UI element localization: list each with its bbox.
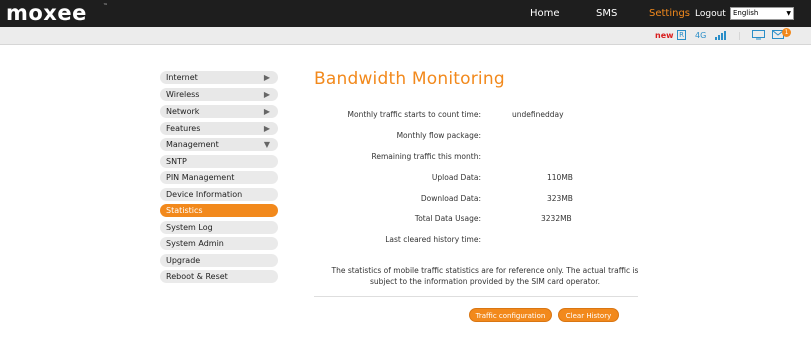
sidebar-item-internet[interactable]: Internet ▶ [160,71,278,84]
total-usage-value: 3232MB [541,214,572,223]
sidebar-item-management[interactable]: Management ▼ [160,138,278,151]
logout-link[interactable]: Logout [695,8,726,21]
chevron-down-icon: ▼ [786,10,791,17]
sidebar-subitem-system-log[interactable]: System Log [160,221,278,234]
chevron-right-icon: ▶ [263,73,270,82]
sidebar-subitem-label: PIN Management [166,173,235,182]
statistics-disclaimer: The statistics of mobile traffic statist… [331,266,639,286]
status-divider: | [738,31,741,40]
sidebar-subitem-upgrade[interactable]: Upgrade [160,254,278,267]
monitor-icon[interactable] [752,30,765,43]
monthly-start-value: undefinedday [512,110,564,119]
sidebar-subitem-label: System Admin [166,239,224,248]
mail-count-badge: 1 [782,28,791,37]
sidebar-subitem-pin-management[interactable]: PIN Management [160,171,278,184]
sidebar-subitem-device-information[interactable]: Device Information [160,188,278,201]
nav-settings[interactable]: Settings [649,7,690,20]
language-select[interactable]: English ▼ [730,7,794,20]
sidebar-subitem-label: Upgrade [166,256,201,265]
sidebar-item-label: Network [166,107,200,116]
remaining-traffic-label: Remaining traffic this month: [371,152,481,161]
sidebar-subitem-label: SNTP [166,157,187,166]
sidebar-item-network[interactable]: Network ▶ [160,105,278,118]
download-data-value: 323MB [547,194,573,203]
sidebar-item-features[interactable]: Features ▶ [160,122,278,135]
page-title: Bandwidth Monitoring [314,69,505,89]
monthly-start-label: Monthly traffic starts to count time: [347,110,481,119]
sidebar-item-label: Management [166,140,219,149]
monthly-package-label: Monthly flow package: [396,131,481,140]
roaming-icon: R [677,30,686,40]
signal-bars-icon [715,31,729,43]
sidebar-subitem-label: Reboot & Reset [166,272,228,281]
sidebar-subitem-sntp[interactable]: SNTP [160,155,278,168]
new-indicator: new [655,31,674,40]
chevron-right-icon: ▶ [263,90,270,99]
nav-sms[interactable]: SMS [596,7,617,20]
upload-data-label: Upload Data: [431,173,481,182]
language-select-value: English [733,9,759,17]
network-type-label: 4G [695,31,707,40]
total-usage-label: Total Data Usage: [414,214,481,223]
content-divider [314,296,638,297]
traffic-configuration-button[interactable]: Traffic configuration [469,308,552,322]
upload-data-value: 110MB [547,173,573,182]
download-data-label: Download Data: [420,194,481,203]
nav-home[interactable]: Home [530,7,560,20]
sidebar-item-label: Features [166,124,201,133]
chevron-right-icon: ▶ [263,107,270,116]
clear-history-button[interactable]: Clear History [558,308,619,322]
moxee-logo[interactable]: moxee [6,1,87,25]
sidebar-subitem-system-admin[interactable]: System Admin [160,237,278,250]
sidebar-subitem-label: Statistics [166,206,203,215]
sidebar-subitem-reboot-reset[interactable]: Reboot & Reset [160,270,278,283]
status-bar: new R 4G | [0,27,811,45]
sidebar-item-wireless[interactable]: Wireless ▶ [160,88,278,101]
trademark-mark: ™ [103,3,108,9]
sidebar-subitem-label: System Log [166,223,213,232]
chevron-right-icon: ▶ [263,124,270,133]
sidebar-item-label: Wireless [166,90,200,99]
sidebar-subitem-statistics[interactable]: Statistics [160,204,278,217]
sidebar-subitem-label: Device Information [166,190,243,199]
sidebar-item-label: Internet [166,73,198,82]
top-nav-bar: moxee ™ Home SMS Settings Logout English… [0,0,811,27]
last-cleared-label: Last cleared history time: [385,235,481,244]
chevron-down-icon: ▼ [263,140,270,149]
